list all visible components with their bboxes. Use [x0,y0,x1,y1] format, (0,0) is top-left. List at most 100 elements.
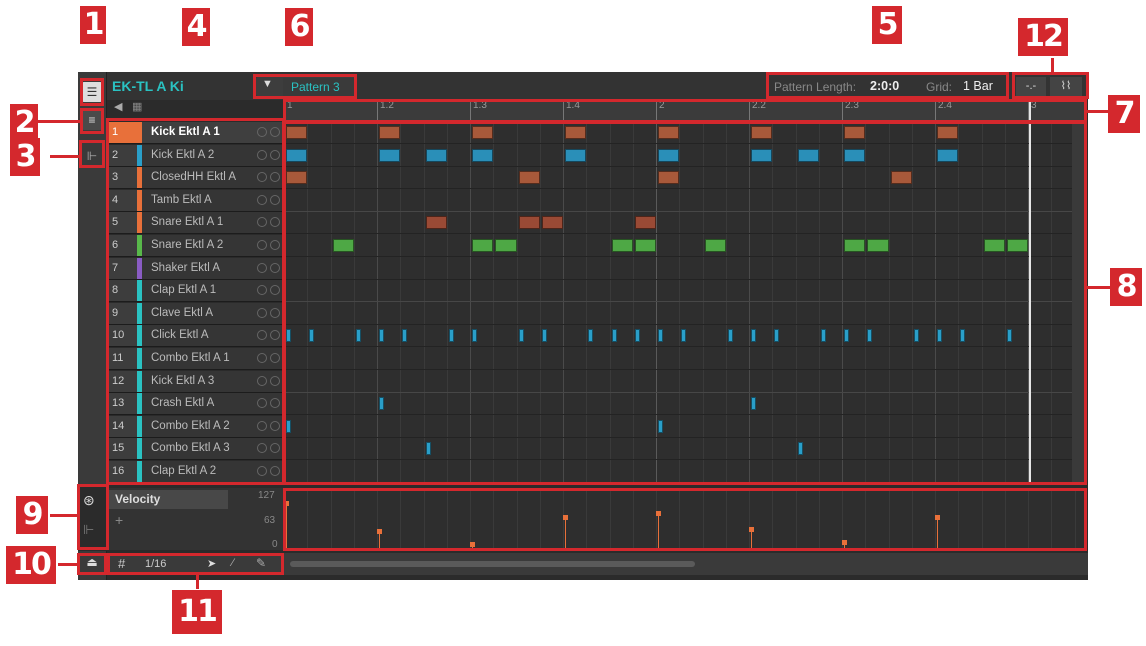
mute-icon[interactable] [257,172,267,183]
mute-icon[interactable] [257,307,267,318]
sound-slot[interactable]: 14 Combo Ektl A 2 [107,415,284,438]
grid-value[interactable]: 1 Bar [963,79,993,93]
power-icon[interactable] [270,443,280,454]
note-event[interactable] [658,126,680,139]
sound-slot[interactable]: 9 Clave Ektl A [107,302,284,325]
mute-icon[interactable] [257,262,267,273]
note-event[interactable] [751,148,773,162]
grid-icon[interactable]: ▦ [132,100,142,113]
note-event[interactable] [634,239,656,252]
note-event[interactable] [867,329,873,343]
vertical-scrollbar[interactable] [1072,122,1087,484]
note-event[interactable] [472,329,477,343]
power-icon[interactable] [270,127,280,137]
mute-icon[interactable] [257,398,267,409]
note-event[interactable] [541,329,547,343]
note-event[interactable] [751,126,773,139]
follow-playhead-icon[interactable]: -.- [1016,77,1046,96]
power-icon[interactable] [270,375,280,386]
mute-icon[interactable] [257,443,267,454]
sound-slot[interactable]: 7 Shaker Ektl A [107,257,284,280]
note-event[interactable] [727,329,733,343]
pattern-name[interactable]: Pattern 3 [283,78,355,96]
sound-slot[interactable]: 5 Snare Ektl A 1 [107,212,284,235]
note-event[interactable] [472,148,494,162]
note-event[interactable] [751,329,756,343]
note-event[interactable] [681,329,687,343]
velocity-handle[interactable] [656,510,661,516]
velocity-handle[interactable] [842,539,847,545]
sound-slot[interactable]: 16 Clap Ektl A 2 [107,461,284,483]
note-event[interactable] [844,126,866,139]
velocity-bar[interactable] [937,517,938,550]
mute-icon[interactable] [257,149,267,160]
power-icon[interactable] [270,217,280,228]
sound-slot[interactable]: 2 Kick Ektl A 2 [107,144,284,167]
horizontal-scrollbar[interactable] [290,561,695,567]
sampling-view-icon[interactable]: ⊩ [82,146,102,166]
power-icon[interactable] [270,353,280,363]
step-grid[interactable] [284,122,1076,484]
mute-icon[interactable] [257,466,267,476]
note-event[interactable] [495,239,517,252]
power-icon[interactable] [270,307,280,318]
note-event[interactable] [797,442,803,456]
note-event[interactable] [820,329,826,343]
timeline-ruler[interactable]: 1 1.2 1.3 1.4 2 2.2 2.3 2.4 3 [284,100,1087,123]
note-event[interactable] [890,171,912,185]
note-event[interactable] [658,148,680,162]
pattern-dropdown-icon[interactable]: ▼ [262,78,273,90]
pencil-tool-icon[interactable]: ∕ [232,557,234,569]
arranger-view-button[interactable]: ☰ [82,82,102,102]
note-event[interactable] [309,329,315,343]
note-event[interactable] [541,216,563,230]
sound-slot[interactable]: 6 Snare Ektl A 2 [107,235,284,257]
power-icon[interactable] [270,420,280,431]
note-event[interactable] [518,329,524,343]
note-event[interactable] [472,239,494,252]
note-event[interactable] [658,171,680,185]
velocity-bar[interactable] [751,529,752,550]
note-event[interactable] [611,239,633,252]
velocity-bar[interactable] [658,512,659,550]
mute-icon[interactable] [257,330,267,341]
dragger-icon[interactable]: ⌇⌇ [1050,77,1082,96]
mute-icon[interactable] [257,217,267,228]
sound-slot[interactable]: 11 Combo Ektl A 1 [107,348,284,370]
note-event[interactable] [286,148,308,162]
note-event[interactable] [355,329,361,343]
note-event[interactable] [960,329,966,343]
note-event[interactable] [286,171,308,185]
sound-slot[interactable]: 1 Kick Ektl A 1 [107,122,284,144]
speaker-icon[interactable]: ◀ [114,100,122,113]
note-event[interactable] [588,329,594,343]
note-event[interactable] [425,442,431,456]
power-icon[interactable] [270,330,280,341]
note-event[interactable] [286,126,308,139]
mute-icon[interactable] [257,375,267,386]
note-event[interactable] [1006,239,1028,252]
power-icon[interactable] [270,398,280,409]
power-icon[interactable] [270,466,280,476]
note-event[interactable] [634,329,640,343]
velocity-handle[interactable] [935,515,940,520]
note-event[interactable] [797,148,819,162]
velocity-handle[interactable] [563,515,568,520]
note-event[interactable] [844,148,866,162]
sound-slot[interactable]: 3 ClosedHH Ektl A [107,167,284,190]
note-event[interactable] [286,419,291,433]
note-event[interactable] [937,126,959,139]
note-event[interactable] [518,171,540,185]
sound-slot[interactable]: 8 Clap Ektl A 1 [107,280,284,303]
note-event[interactable] [1006,329,1012,343]
pattern-length-value[interactable]: 2:0:0 [870,79,899,93]
note-event[interactable] [425,148,447,162]
note-event[interactable] [332,239,354,252]
mute-icon[interactable] [257,353,267,363]
note-event[interactable] [565,148,587,162]
velocity-handle[interactable] [377,528,382,534]
note-event[interactable] [751,397,756,411]
eraser-tool-icon[interactable]: ✎ [256,556,266,570]
velocity-bar[interactable] [565,517,566,550]
note-event[interactable] [658,419,663,433]
